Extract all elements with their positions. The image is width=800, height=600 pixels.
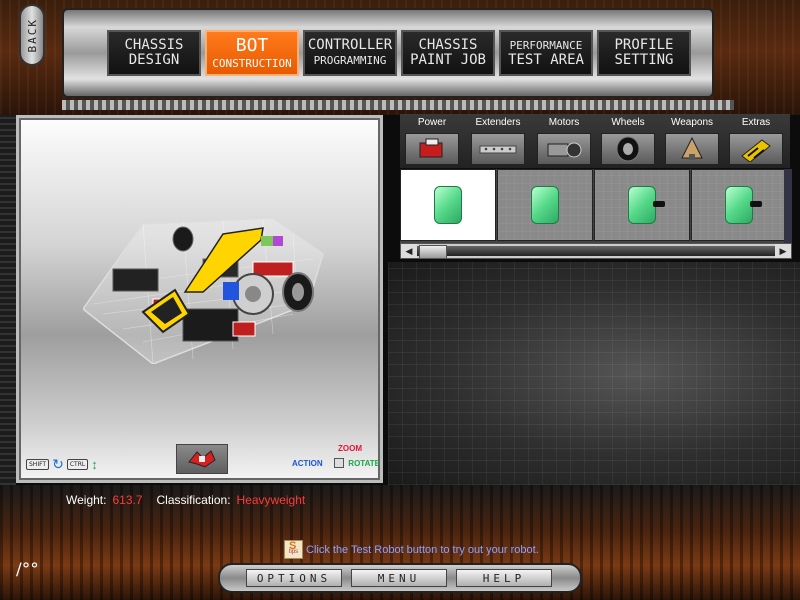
- scroll-thumb[interactable]: [419, 245, 447, 259]
- part-item[interactable]: [691, 169, 787, 241]
- tab-performance-test-area[interactable]: PERFORMANCE TEST AREA: [499, 30, 593, 76]
- category-extenders[interactable]: Extenders: [468, 114, 528, 168]
- tab-profile-setting[interactable]: PROFILE SETTING: [597, 30, 691, 76]
- tab-line1: CHASSIS: [418, 37, 478, 53]
- category-label: Motors: [548, 117, 580, 128]
- tab-line1: PERFORMANCE: [509, 39, 583, 52]
- tab-line2: TEST AREA: [508, 52, 584, 68]
- rotate-label: ROTATE: [348, 459, 380, 468]
- ctrl-key: CTRL: [66, 459, 89, 470]
- robot-stats: Weight: 613.7 Classification: Heavyweigh…: [66, 493, 313, 507]
- part-item[interactable]: [497, 169, 593, 241]
- category-weapons[interactable]: Weapons: [662, 114, 722, 168]
- delete-part-button[interactable]: [176, 444, 228, 474]
- circuit-board-background: [388, 262, 800, 485]
- tip-text: Click the Test Robot button to try out y…: [306, 543, 539, 556]
- tab-line2: PAINT JOB: [410, 52, 486, 68]
- tab-controller-programming[interactable]: CONTROLLER PROGRAMMING: [303, 30, 397, 76]
- weight-label: Weight:: [66, 493, 107, 507]
- tab-line2: PROGRAMMING: [313, 54, 387, 67]
- category-label: Extenders: [475, 117, 521, 128]
- tip-bar: tips Click the Test Robot button to try …: [284, 535, 539, 559]
- bottom-menu-bar: OPTIONS MENU HELP: [218, 563, 582, 593]
- rotate-arrow-icon: ↻: [52, 456, 64, 472]
- menu-button[interactable]: MENU: [351, 569, 447, 587]
- robot-model[interactable]: [83, 214, 343, 364]
- action-label: ACTION: [292, 459, 323, 468]
- scroll-right-arrow-icon[interactable]: ▶: [775, 244, 791, 258]
- tab-line1: CONTROLLER: [307, 37, 393, 53]
- nav-rail-decoration: [62, 100, 734, 110]
- wheel-icon: [601, 133, 655, 165]
- classification-value: Heavyweight: [236, 493, 306, 507]
- tab-line1: CHASSIS: [124, 37, 184, 53]
- camera-controls-hint: SHIFT ↻ CTRL ↕: [26, 456, 98, 473]
- options-button[interactable]: OPTIONS: [246, 569, 342, 587]
- weapon-icon: [665, 133, 719, 165]
- battery-icon: [628, 186, 665, 224]
- scroll-track[interactable]: [417, 246, 775, 256]
- scroll-left-arrow-icon[interactable]: ◀: [401, 244, 417, 258]
- category-extras[interactable]: Extras: [726, 114, 786, 168]
- weight-value: 613.7: [112, 493, 143, 507]
- help-button[interactable]: HELP: [456, 569, 552, 587]
- shift-key: SHIFT: [26, 459, 50, 470]
- extender-bar-icon: [471, 133, 525, 165]
- battery-icon: [725, 186, 762, 224]
- left-edge-decoration: [0, 115, 16, 485]
- tab-chassis-paint-job[interactable]: CHASSIS PAINT JOB: [401, 30, 495, 76]
- mouse-controls-legend: ZOOM ACTION ROTATE: [290, 444, 380, 470]
- tab-line1: PROFILE: [614, 37, 674, 53]
- part-item[interactable]: [400, 169, 496, 241]
- motor-icon: [537, 133, 591, 165]
- back-label: BACK: [25, 17, 39, 53]
- tips-icon[interactable]: tips: [284, 535, 303, 559]
- category-label: Extras: [741, 117, 771, 128]
- battery-icon: [531, 186, 559, 224]
- tab-bot-construction[interactable]: BOT CONSTRUCTION: [205, 30, 299, 76]
- category-label: Wheels: [611, 117, 645, 128]
- category-wheels[interactable]: Wheels: [598, 114, 658, 168]
- parts-scrollbar[interactable]: ◀ ▶: [400, 243, 792, 259]
- robot-3d-viewport[interactable]: SHIFT ↻ CTRL ↕ ZOOM ACTION ROTATE: [16, 115, 383, 483]
- category-power[interactable]: Power: [402, 114, 462, 168]
- zoom-label: ZOOM: [338, 444, 362, 453]
- battery-icon: [434, 186, 462, 224]
- classification-label: Classification:: [156, 493, 231, 507]
- category-label: Weapons: [670, 117, 714, 128]
- corner-logo-icon: /°°: [16, 560, 39, 580]
- tab-line1: BOT: [235, 34, 269, 56]
- connector-icon: [653, 201, 665, 207]
- part-item[interactable]: [594, 169, 690, 241]
- tab-line2: DESIGN: [128, 52, 180, 68]
- parts-list: [400, 169, 790, 243]
- category-label: Power: [417, 117, 447, 128]
- up-arrow-icon: ↕: [91, 457, 98, 472]
- tab-line2: CONSTRUCTION: [212, 56, 292, 70]
- back-button[interactable]: BACK: [19, 4, 45, 66]
- connector-icon: [750, 201, 762, 207]
- tab-chassis-design[interactable]: CHASSIS DESIGN: [107, 30, 201, 76]
- part-category-bar: Power Extenders Motors Wheels Weapons Ex…: [400, 114, 790, 168]
- extras-icon: [729, 133, 783, 165]
- mouse-icon: [334, 458, 344, 468]
- tab-line2: SETTING: [614, 52, 674, 68]
- parts-list-edge: [784, 169, 792, 243]
- broken-part-icon: [188, 450, 216, 468]
- battery-icon: [405, 133, 459, 165]
- category-motors[interactable]: Motors: [534, 114, 594, 168]
